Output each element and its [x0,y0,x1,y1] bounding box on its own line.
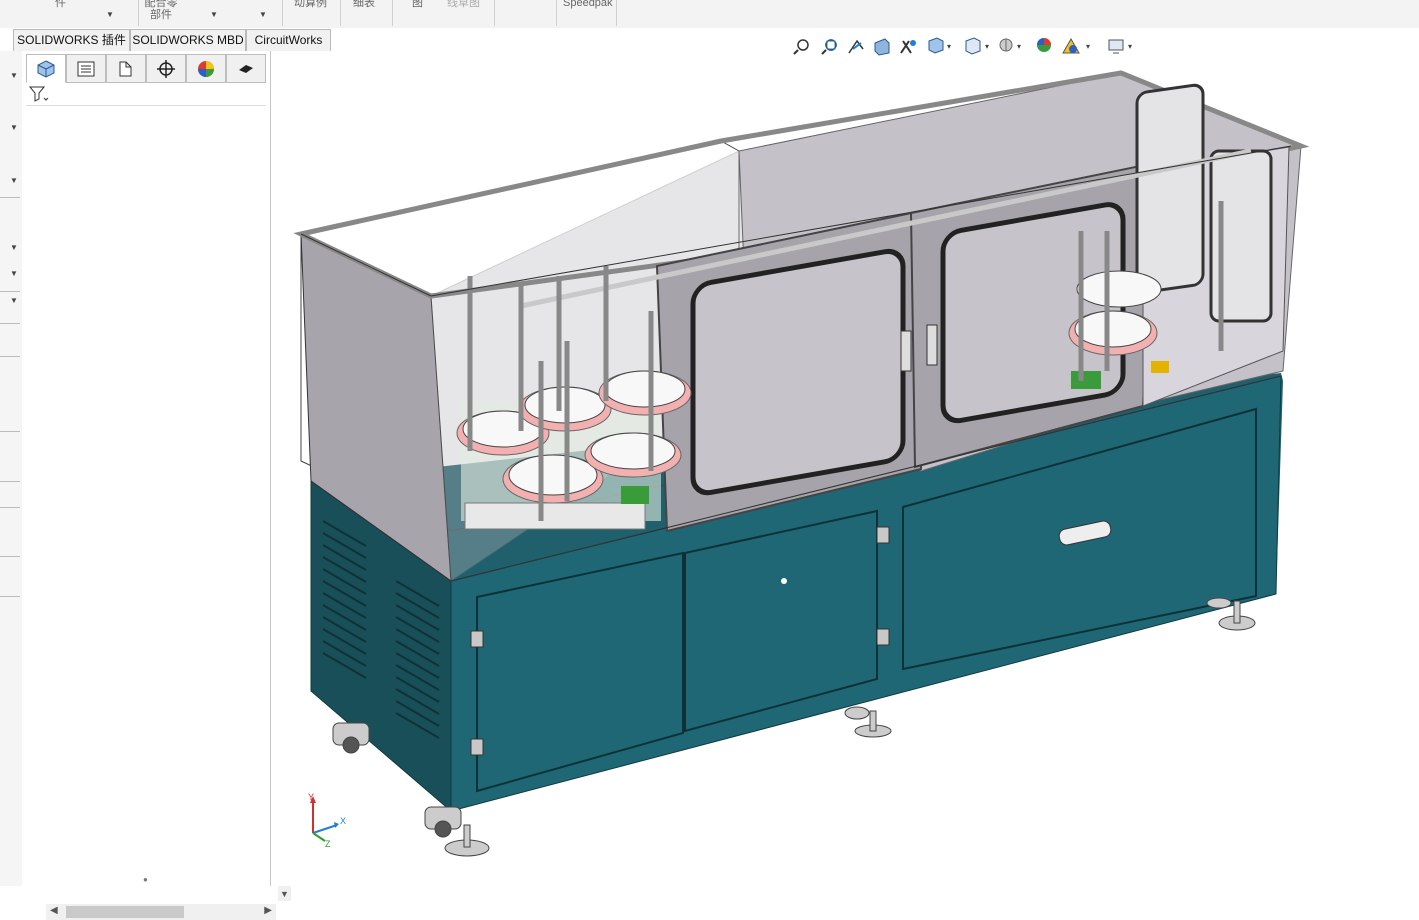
resize-grip-icon[interactable]: ● [143,875,148,884]
svg-text:▾: ▾ [1086,42,1090,51]
command-tabs: SOLIDWORKS 插件 SOLIDWORKS MBD CircuitWork… [0,28,1419,52]
chevron-down-icon[interactable]: ▼ [210,10,218,19]
tab-solidworks-mbd[interactable]: SOLIDWORKS MBD [130,29,246,52]
tab-circuitworks[interactable]: CircuitWorks [246,29,331,52]
ribbon-item[interactable]: 件 [55,0,66,9]
edit-appearance-icon[interactable] [1037,38,1051,52]
filter-row [26,83,266,106]
chevron-down-icon[interactable]: ▼ [10,123,18,132]
chevron-down-icon[interactable]: ▼ [10,176,18,185]
chevron-down-icon[interactable]: ▼ [10,243,18,252]
scroll-down-icon[interactable]: ▼ [280,889,289,899]
cam-icon [239,65,253,73]
ribbon-item[interactable]: Speedpak [563,0,613,9]
svg-text:▾: ▾ [947,42,951,51]
configuration-manager-tab[interactable] [106,54,146,83]
feature-manager-tab[interactable] [26,54,66,83]
chevron-down-icon[interactable]: ▼ [10,71,18,80]
command-manager-ribbon: 件 ▼ 配合零部件 ▼ ▼ 动算例 细表 图 线草图 Speedpak [0,0,1419,29]
triad-x-label: X [340,816,346,826]
hide-show-items-icon[interactable]: ▾ [999,38,1021,52]
feature-manager-panel: ⌵传感器支架<1> (默认<默认_显示›16工位料仓总成 中的配合历史记录传感器… [22,51,291,920]
chevron-down-icon[interactable]: ▼ [10,269,18,278]
scroll-left-icon[interactable]: ◀ [50,905,58,916]
svg-text:▾: ▾ [985,42,989,51]
triad-y-label: Y [308,792,314,802]
display-manager-tab[interactable] [186,54,226,83]
door-window-left [690,248,906,496]
ribbon-item[interactable]: 图 [412,0,423,9]
filter-icon[interactable] [28,84,50,104]
property-manager-icon [77,61,95,77]
3d-model-view[interactable] [271,51,1419,886]
ribbon-item[interactable]: 动算例 [294,0,327,9]
property-manager-tab[interactable] [66,54,106,83]
chevron-down-icon[interactable]: ▼ [259,10,267,19]
cam-tab[interactable] [226,54,266,83]
reference-triad: Y X Z [308,792,346,847]
chevron-down-icon[interactable]: ▼ [106,10,114,19]
dimxpert-manager-tab[interactable] [146,54,186,83]
tree-horizontal-scrollbar[interactable]: ◀ ▶ [46,904,276,920]
left-collapsed-strip: ▼ ▼ ▼ ▼ ▼ ▼ [0,51,23,886]
triad-z-label: Z [325,839,331,847]
chevron-down-icon[interactable]: ▼ [10,296,18,305]
display-manager-icon [198,61,214,77]
scroll-right-icon[interactable]: ▶ [264,905,272,916]
scrollbar-thumb[interactable] [66,906,184,918]
ribbon-item[interactable]: 细表 [353,0,375,9]
svg-text:▾: ▾ [1128,42,1132,51]
ribbon-item[interactable]: 线草图 [447,0,480,9]
tab-solidworks-addins[interactable]: SOLIDWORKS 插件 [13,29,130,52]
dimxpert-icon [157,60,175,78]
feature-manager-icon [37,60,55,78]
graphics-viewport[interactable]: ▾ ▾ ▾ ▾ ▾ Y X Z [271,37,1419,886]
keyhole [781,578,787,584]
svg-text:▾: ▾ [1017,42,1021,51]
configuration-manager-icon [119,61,132,77]
ribbon-item[interactable]: 配合零部件 [144,0,178,21]
